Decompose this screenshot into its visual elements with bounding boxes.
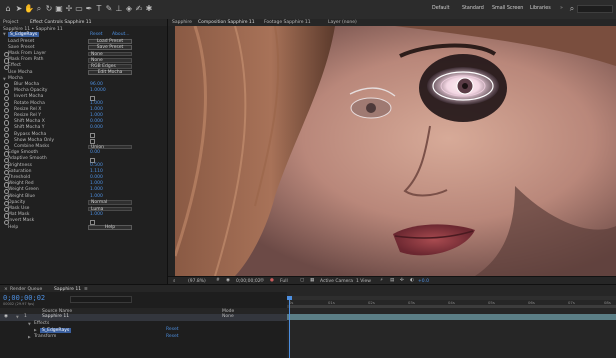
property-label: Help	[8, 224, 19, 230]
roto-brush-icon[interactable]: ✍	[134, 4, 144, 14]
left-panel-tabs: Project Effect Controls Sapphire 11	[0, 19, 167, 26]
composition-tabs: Sapphire Composition Sapphire 11 Footage…	[168, 19, 616, 26]
playhead[interactable]	[289, 296, 290, 358]
playhead-handle[interactable]	[287, 296, 292, 300]
layer-duration-bar[interactable]	[287, 314, 616, 320]
puppet-tool-icon[interactable]: ✱	[144, 4, 154, 14]
region-of-interest-icon[interactable]: ▢	[300, 278, 304, 283]
timeline-search-input[interactable]	[70, 296, 132, 303]
property-button[interactable]: Help	[88, 225, 132, 230]
search-help-input[interactable]	[577, 5, 613, 13]
zoom-tool-icon[interactable]: ⌕	[34, 4, 44, 14]
tab-composition[interactable]: Composition Sapphire 11	[198, 20, 255, 25]
frame-info: 00002 (29.97 fps)	[3, 302, 35, 306]
tab-timeline-sapphire[interactable]: Sapphire 11	[54, 287, 81, 292]
tab-project[interactable]: Project	[3, 20, 18, 25]
snapshot-icon[interactable]: ◎	[260, 278, 264, 283]
effect-name[interactable]: S_EdgeRays	[8, 32, 40, 37]
home-icon[interactable]: ⌂	[3, 4, 13, 14]
property-button[interactable]: Edit Mocha	[88, 70, 132, 75]
eraser-icon[interactable]: ◈	[124, 4, 134, 14]
workspace-libraries[interactable]: Libraries	[530, 6, 551, 11]
exposure-reset-icon[interactable]: ◐	[410, 278, 414, 283]
camera-view-select[interactable]: Active Camera	[320, 279, 353, 284]
camera-snapshot-icon[interactable]: ◉	[226, 278, 230, 283]
type-tool-icon[interactable]: T	[94, 4, 104, 14]
effect-name[interactable]: S_EdgeRays	[40, 327, 72, 333]
workspace-small-screen[interactable]: Small Screen	[492, 6, 523, 11]
pan-behind-tool-icon[interactable]: ✢	[64, 4, 74, 14]
zoom-level[interactable]: (97.8%)	[188, 279, 206, 284]
transform-row[interactable]: ▶ Transform Reset	[0, 334, 287, 341]
toolbar: ⌂ ➤ ✋ ⌕ ↻ ▣ ✢ ▭ ✒ T ✎ ⊥ ◈ ✍ ✱ Default St…	[0, 0, 616, 20]
view-layout-select[interactable]: 1 View	[356, 279, 371, 284]
transparency-grid-icon[interactable]: ▦	[310, 278, 314, 283]
reset-link[interactable]: Reset	[166, 334, 179, 341]
property-dropdown[interactable]: RGB Edges	[88, 63, 132, 69]
brush-tool-icon[interactable]: ✎	[104, 4, 114, 14]
fast-preview-icon[interactable]: ⚡	[380, 278, 383, 283]
current-time[interactable]: 0;00;00;02	[236, 279, 261, 284]
transform-label: Transform	[34, 333, 57, 339]
resolution-select[interactable]: Full	[280, 279, 288, 284]
property-dropdown[interactable]: Luma	[88, 206, 132, 211]
twirl-down-icon[interactable]: ▼	[3, 32, 6, 36]
property-dropdown[interactable]: None	[88, 51, 132, 56]
color-channel-icon[interactable]: ●	[270, 278, 274, 283]
twirl-right-icon[interactable]: ▶	[28, 334, 31, 341]
tab-sapphire-layer[interactable]: Sapphire	[172, 20, 192, 25]
work-area-bar[interactable]	[287, 305, 616, 308]
workspace-standard[interactable]: Standard	[462, 6, 484, 11]
clone-stamp-icon[interactable]: ⊥	[114, 4, 124, 14]
hand-tool-icon[interactable]: ✋	[24, 4, 34, 14]
workspace-default[interactable]: Default	[432, 6, 450, 11]
composition-viewer[interactable]	[175, 26, 616, 276]
about-link[interactable]: About...	[112, 32, 130, 37]
search-icon[interactable]: ⌕	[567, 4, 577, 14]
reset-link[interactable]: Reset	[90, 32, 103, 37]
flowchart-icon[interactable]: ✣	[400, 278, 404, 283]
grid-icon[interactable]: #	[216, 278, 220, 283]
tab-effect-controls[interactable]: Effect Controls Sapphire 11	[30, 20, 92, 25]
timeline-timecode[interactable]: 0;00;00;02	[3, 294, 45, 302]
panel-menu-icon[interactable]: ≡	[84, 287, 88, 292]
property-button[interactable]: Load Preset	[88, 39, 132, 44]
property-dropdown[interactable]: Union	[88, 144, 132, 149]
timeline-toggle-icon[interactable]: ▤	[390, 278, 394, 283]
pen-tool-icon[interactable]: ✒	[84, 4, 94, 14]
property-dropdown[interactable]: Normal	[88, 200, 132, 205]
exposure-value[interactable]: +0.0	[418, 279, 429, 284]
mask-tool-icon[interactable]: ▭	[74, 4, 84, 14]
tab-render-queue[interactable]: Render Queue	[10, 287, 42, 292]
selection-tool-icon[interactable]: ➤	[14, 4, 24, 14]
tab-footage[interactable]: Footage Sapphire 11	[264, 20, 311, 25]
chevron-right-icon[interactable]: »	[560, 6, 563, 11]
property-button[interactable]: Save Preset	[88, 45, 132, 51]
rotate-tool-icon[interactable]: ↻	[44, 4, 54, 14]
property-row[interactable]: Help Help	[0, 225, 167, 231]
camera-tool-icon[interactable]: ▣	[54, 4, 64, 14]
property-dropdown[interactable]: None	[88, 57, 132, 63]
effect-row[interactable]: ▼ S_EdgeRays Reset About...	[0, 32, 167, 38]
tab-layer[interactable]: Layer (none)	[328, 20, 357, 25]
viewer-image	[175, 26, 616, 276]
